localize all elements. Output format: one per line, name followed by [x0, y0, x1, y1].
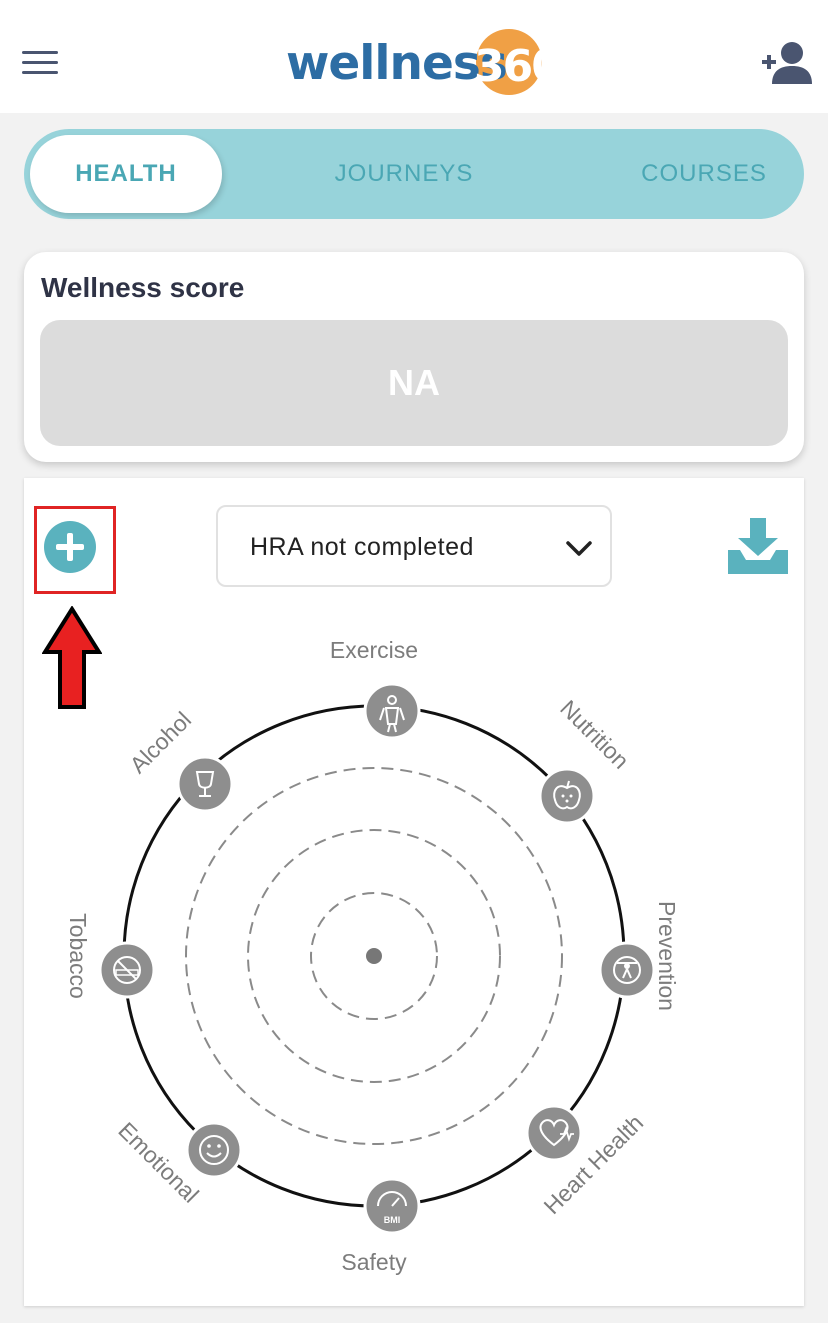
label-nutrition: Nutrition	[555, 695, 634, 774]
red-up-arrow	[42, 606, 102, 709]
download-icon[interactable]	[726, 518, 790, 576]
label-exercise: Exercise	[330, 637, 418, 663]
wellness-score-value: NA	[40, 320, 788, 446]
wheel-center-dot	[366, 948, 382, 964]
prevention-node[interactable]	[598, 941, 656, 999]
hra-status-dropdown[interactable]: HRA not completed	[216, 505, 612, 587]
add-plus-icon[interactable]	[44, 521, 96, 573]
add-user-icon[interactable]	[760, 40, 812, 84]
exercise-node[interactable]	[363, 682, 421, 740]
tab-health[interactable]: HEALTH	[30, 135, 222, 213]
chevron-down-icon	[566, 541, 592, 556]
nutrition-node[interactable]	[538, 767, 596, 825]
logo-number: 360	[474, 41, 562, 92]
bmi-label: BMI	[384, 1215, 401, 1225]
tobacco-node[interactable]	[98, 941, 156, 999]
label-prevention: Prevention	[654, 901, 680, 1011]
top-app-bar: wellness 360	[0, 0, 828, 113]
alcohol-node[interactable]	[176, 755, 234, 813]
wellness360-logo: wellness 360	[286, 26, 562, 98]
main-tab-bar: HEALTH JOURNEYS COURSES	[24, 129, 804, 219]
safety-node[interactable]: BMI	[363, 1177, 421, 1235]
heart-health-node[interactable]	[525, 1104, 583, 1162]
label-tobacco: Tobacco	[65, 913, 91, 999]
wellness-wheel-card: BMI Exercise Nutrition Prevention Heart …	[24, 478, 804, 1306]
tab-journeys[interactable]: JOURNEYS	[324, 129, 484, 219]
wellness-wheel: BMI Exercise Nutrition Prevention Heart …	[65, 637, 680, 1275]
emotional-node[interactable]	[185, 1121, 243, 1179]
wellness-score-title: Wellness score	[41, 272, 245, 303]
wellness-score-card: Wellness score NA	[24, 252, 804, 462]
tab-courses[interactable]: COURSES	[634, 129, 774, 219]
label-safety: Safety	[341, 1249, 407, 1275]
hra-status-value: HRA not completed	[250, 533, 474, 561]
menu-icon[interactable]	[22, 51, 58, 75]
